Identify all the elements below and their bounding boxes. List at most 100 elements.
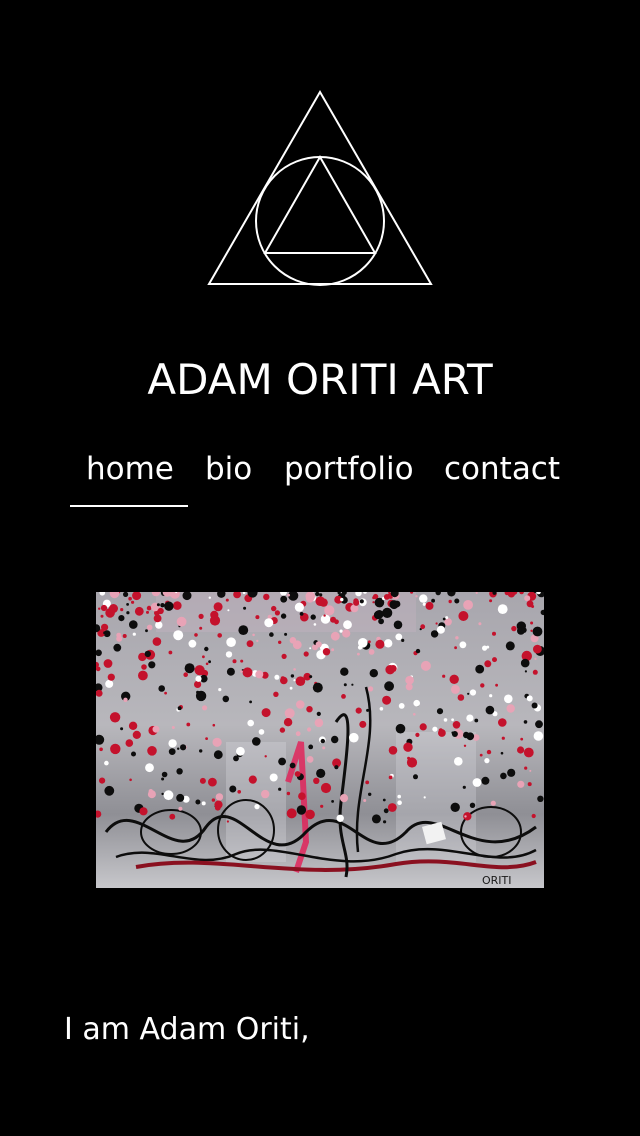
paint-dot [420,660,431,671]
paint-dot [339,629,343,633]
paint-dot [529,769,532,772]
paint-dot [313,623,317,626]
paint-dot [303,651,309,657]
paint-dot [173,630,184,641]
paint-dot [484,660,492,668]
nav-item-portfolio[interactable]: portfolio [284,446,414,492]
paint-dot [531,813,536,819]
paint-dot [320,782,332,794]
nav-item-bio[interactable]: bio [205,446,252,492]
paint-dot [454,646,457,650]
paint-dot [152,637,162,646]
paint-dot [212,737,222,747]
paint-dot [413,774,418,780]
paint-dot [264,755,267,758]
paint-dot [279,727,286,733]
paint-dot [387,803,397,812]
paint-dot [205,737,208,740]
paint-dot [261,708,271,718]
paint-dot [252,737,261,746]
paint-dot [353,598,359,604]
paint-dot [105,679,114,688]
nav-item-contact[interactable]: contact [444,446,560,492]
paint-dot [273,691,279,697]
paint-dot [309,647,312,650]
paint-dot [343,620,352,630]
paint-dot [331,648,335,652]
paint-dot [419,594,428,603]
paint-dot [323,614,326,617]
paint-dot [240,670,243,673]
active-nav-indicator [70,505,188,507]
paint-dot [290,674,295,678]
nav-item-home[interactable]: home [86,446,174,492]
paint-dot [138,670,148,681]
paint-dot [96,666,101,672]
paint-dot [249,700,253,704]
paint-dot [306,706,313,713]
paint-dot [395,723,406,734]
paint-dot [469,802,476,808]
paint-dot [163,790,174,801]
paint-dot [445,616,449,620]
paint-dot [132,632,136,636]
artwork-signature: ORITI [482,874,512,887]
paint-dot [120,608,124,612]
paint-dot [99,777,106,784]
paint-dot [517,627,522,632]
paint-dot [500,772,507,780]
paint-dot [313,777,320,784]
paint-dot [455,636,459,640]
paint-dot [423,796,426,799]
paint-dot [141,664,147,670]
paint-dot [469,689,477,696]
triangle-circle-logo-icon[interactable] [207,90,433,287]
paint-dot [296,700,305,709]
paint-dot [164,601,174,611]
paint-dot [432,726,438,732]
paint-dot [482,645,488,651]
paint-dot [195,675,202,682]
paint-dot [359,599,364,604]
paint-dot [401,638,405,642]
paint-dot [226,820,229,823]
paint-dot [357,652,360,656]
paint-dot [366,708,370,712]
paint-dot [382,695,392,705]
paint-dot [168,748,176,755]
paint-dot [466,732,475,741]
paint-dot [415,595,418,598]
paint-dot [451,731,458,737]
paint-dot [202,655,205,659]
paint-dot [226,637,236,647]
paint-dot [349,732,359,743]
paint-dot [186,722,191,727]
paint-dot [145,629,148,633]
paint-dot [520,737,524,741]
paint-dot [383,820,387,824]
paint-dot [129,778,132,782]
paint-dot [248,775,257,784]
paint-dot [254,804,260,810]
paint-dot [351,683,354,686]
paint-dot [369,669,378,678]
paint-dot [176,768,183,775]
paint-dot [222,695,230,703]
paint-dot [375,610,384,619]
paint-dot [280,613,287,619]
featured-artwork[interactable]: ORITI [96,592,544,888]
paint-dot [176,793,185,802]
paint-dot [489,694,493,698]
paint-dot [368,686,374,692]
paint-dot [475,664,485,674]
paint-dot [178,806,183,811]
paint-dot [217,633,222,638]
paint-dot [454,598,460,604]
paint-dot [523,720,528,724]
paint-dot [157,607,164,615]
paint-dot [255,615,260,620]
paint-dot [128,596,132,601]
paint-dot [146,610,149,614]
paint-dot [240,659,244,663]
paint-dot [517,780,525,788]
